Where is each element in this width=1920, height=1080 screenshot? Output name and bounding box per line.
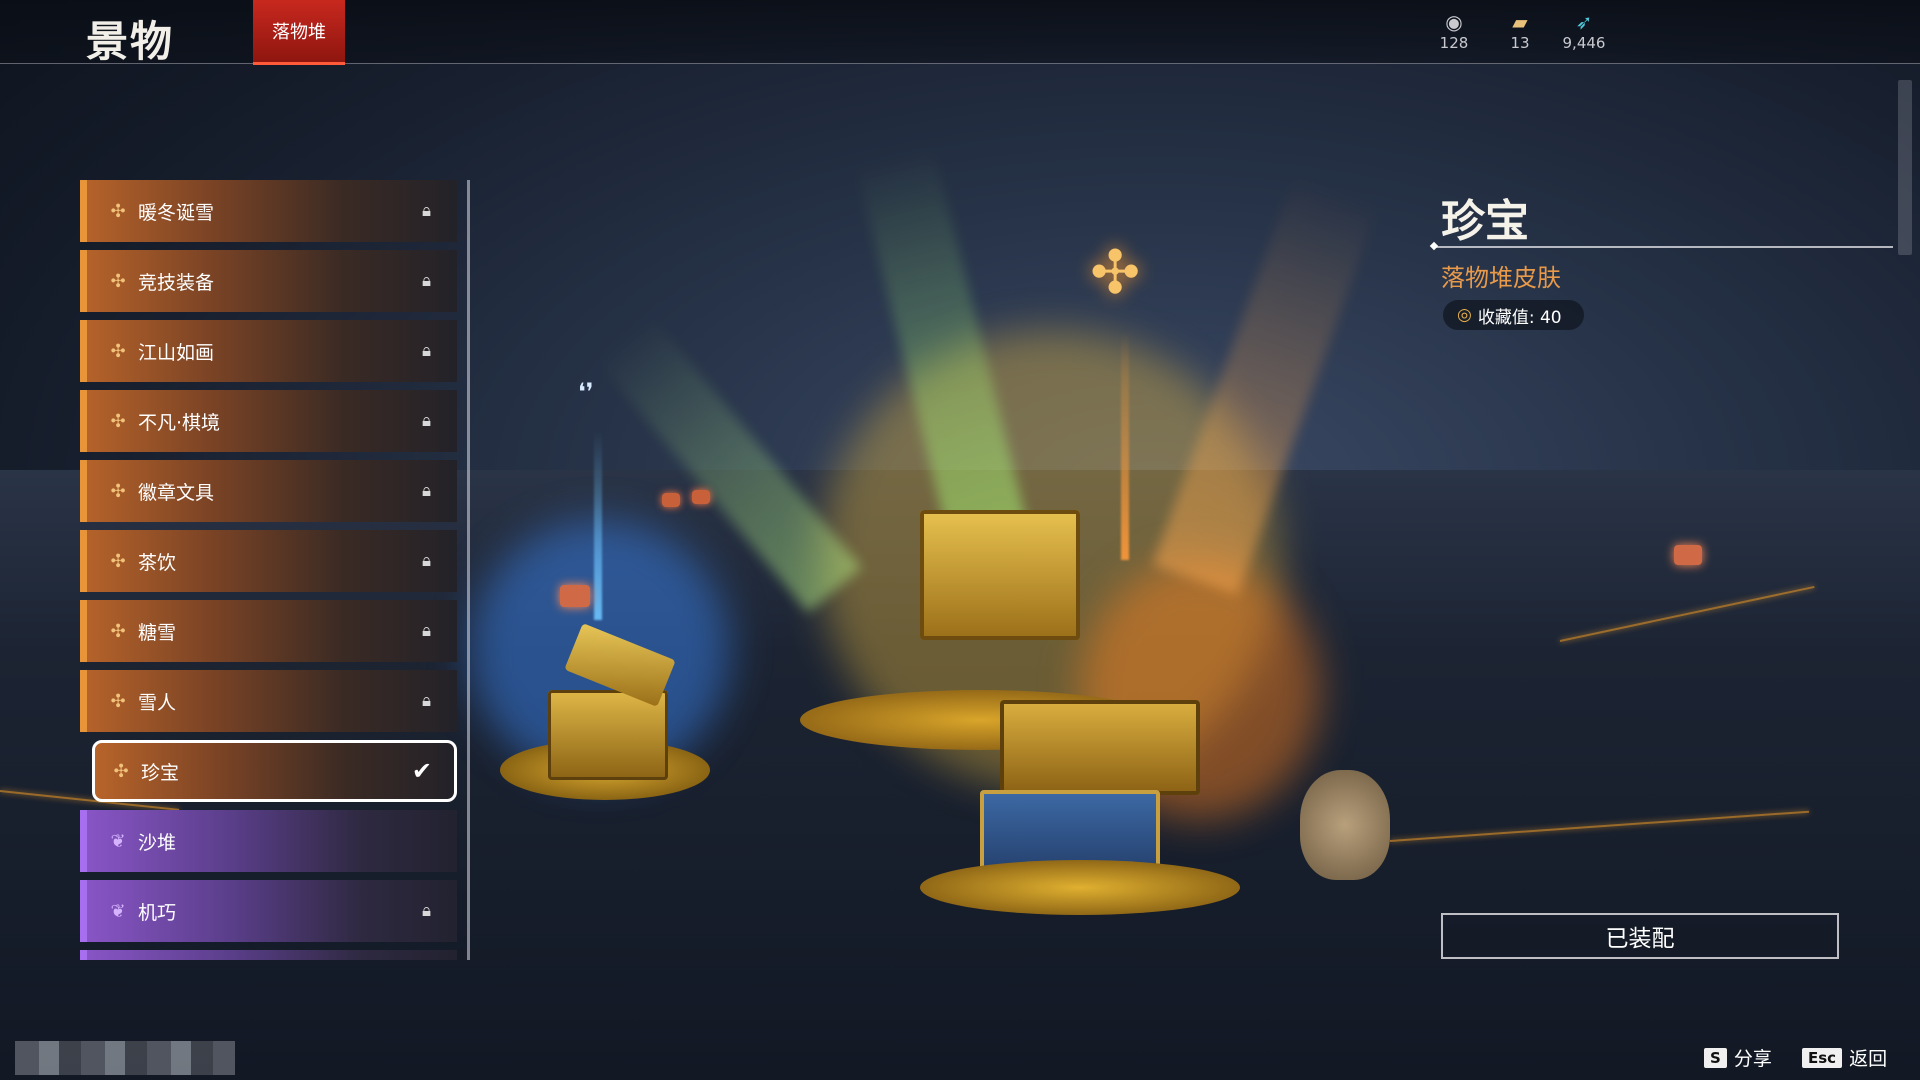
blurred-user-id — [15, 1041, 235, 1075]
tab-loot-pile[interactable]: 落物堆 — [253, 0, 345, 65]
list-item-selected[interactable]: ✣ 珍宝 ✔ — [92, 740, 457, 802]
list-item[interactable]: ✣ 江山如画 🔒︎ — [80, 320, 457, 382]
item-name: 珍宝 — [1441, 196, 1529, 247]
list-item-label: 糖雪 — [138, 621, 177, 644]
list-item[interactable]: ✣ 徽章文具 🔒︎ — [80, 460, 457, 522]
share-label: 分享 — [1733, 1048, 1772, 1070]
list-item-label: 茶饮 — [138, 551, 177, 574]
list-item-label: 机巧 — [138, 901, 177, 924]
rarity-stripe — [80, 880, 87, 942]
rarity-icon: ✣ — [110, 270, 126, 292]
key-s: S — [1704, 1047, 1727, 1068]
currency-a-icon: ◉ — [1445, 10, 1463, 34]
rarity-emblem-icon: ✣ — [1090, 238, 1141, 308]
list-item-label: 江山如画 — [138, 341, 215, 364]
list-item[interactable]: ✣ 暖冬诞雪 🔒︎ — [80, 180, 457, 242]
list-item-label: 雪人 — [138, 691, 177, 714]
rarity-stripe — [80, 950, 87, 960]
rarity-stripe — [80, 390, 87, 452]
lock-icon: 🔒︎ — [421, 341, 431, 361]
list-item-label: 暖冬诞雪 — [138, 201, 215, 224]
currency-a-value: 128 — [1439, 34, 1469, 52]
ticket-icon: ▰ — [1512, 10, 1528, 34]
rarity-stripe — [80, 600, 87, 662]
lock-icon: 🔒︎ — [421, 201, 431, 221]
rarity-icon: ✣ — [110, 620, 126, 642]
currency-ticket: ▰ 13 — [1490, 10, 1550, 52]
rarity-stripe — [80, 250, 87, 312]
skin-list[interactable]: ✣ 暖冬诞雪 🔒︎ ✣ 竞技装备 🔒︎ ✣ 江山如画 🔒︎ ✣ 不凡·棋境 🔒︎… — [80, 180, 460, 960]
rarity-icon: ✣ — [110, 340, 126, 362]
list-item-label: 竞技装备 — [138, 271, 215, 294]
lock-icon: 🔒︎ — [421, 551, 431, 571]
list-item-label: 沙堆 — [138, 831, 177, 854]
list-item[interactable]: ✣ 糖雪 🔒︎ — [80, 600, 457, 662]
rarity-stripe — [80, 670, 87, 732]
blue-emblem-icon: ❛❜ — [578, 378, 594, 406]
list-item[interactable]: ✣ 不凡·棋境 🔒︎ — [80, 390, 457, 452]
right-scrollbar[interactable] — [1898, 80, 1912, 255]
list-item[interactable]: ❦ 机巧 🔒︎ — [80, 880, 457, 942]
lock-icon: 🔒︎ — [421, 411, 431, 431]
key-esc: Esc — [1802, 1047, 1843, 1068]
currency-feather-value: 9,446 — [1562, 34, 1606, 52]
item-type: 落物堆皮肤 — [1441, 264, 1561, 292]
list-scrollbar[interactable] — [467, 180, 470, 960]
list-item[interactable]: ✣ 竞技装备 🔒︎ — [80, 250, 457, 312]
share-hint[interactable]: S 分享 — [1704, 1044, 1772, 1071]
rarity-icon: ❦ — [110, 830, 126, 852]
rarity-icon: ❦ — [110, 900, 126, 922]
rarity-icon: ✣ — [110, 410, 126, 432]
rarity-icon: ✣ — [110, 550, 126, 572]
rarity-stripe — [80, 460, 87, 522]
list-item[interactable]: ✣ 雪人 🔒︎ — [80, 670, 457, 732]
collection-icon: ◎ — [1457, 305, 1472, 325]
currency-a: ◉ 128 — [1424, 10, 1484, 52]
rarity-icon: ✣ — [110, 690, 126, 712]
lock-icon: 🔒︎ — [421, 901, 431, 921]
list-item-label: 徽章文具 — [138, 481, 215, 504]
lock-icon: 🔒︎ — [421, 481, 431, 501]
list-item[interactable]: ❦ 沙堆 — [80, 810, 457, 872]
rarity-icon: ✣ — [110, 480, 126, 502]
list-item[interactable]: ✣ 茶饮 🔒︎ — [80, 530, 457, 592]
feather-icon: ➶ — [1575, 10, 1593, 34]
collection-value: 收藏值: 40 — [1477, 307, 1562, 328]
rarity-stripe — [80, 180, 87, 242]
list-item-label: 珍宝 — [141, 761, 180, 784]
checkmark-icon: ✔ — [411, 757, 432, 785]
page-title: 景物 — [86, 17, 175, 66]
rarity-stripe — [80, 530, 87, 592]
rarity-stripe — [80, 320, 87, 382]
lock-icon: 🔒︎ — [421, 691, 431, 711]
currency-feather: ➶ 9,446 — [1554, 10, 1614, 52]
back-label: 返回 — [1849, 1048, 1888, 1070]
rarity-icon: ✣ — [110, 200, 126, 222]
divider-dot — [1429, 241, 1439, 251]
currency-ticket-value: 13 — [1510, 34, 1530, 52]
equip-button[interactable]: 已装配 — [1441, 913, 1839, 959]
list-item-partial[interactable] — [80, 950, 457, 960]
rarity-icon: ✣ — [113, 760, 129, 782]
lock-icon: 🔒︎ — [421, 271, 431, 291]
collection-badge: ◎ 收藏值: 40 — [1443, 300, 1584, 330]
title-divider — [1433, 246, 1893, 248]
rarity-stripe — [80, 810, 87, 872]
list-item-label: 不凡·棋境 — [138, 411, 221, 434]
lock-icon: 🔒︎ — [421, 621, 431, 641]
back-hint[interactable]: Esc 返回 — [1802, 1044, 1887, 1071]
